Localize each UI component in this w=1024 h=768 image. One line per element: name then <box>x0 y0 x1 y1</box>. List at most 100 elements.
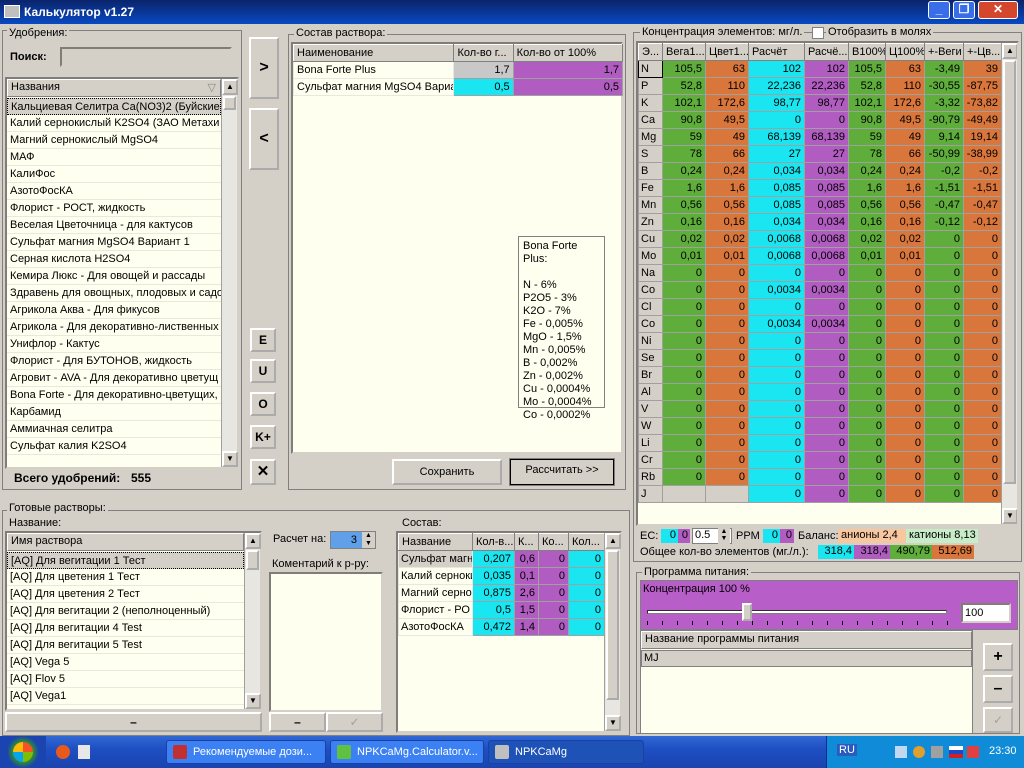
composition-col-header[interactable]: Название <box>398 533 473 551</box>
comment-delete-button[interactable]: – <box>269 712 326 732</box>
scroll-down-icon[interactable]: ▼ <box>605 715 621 731</box>
security-icon[interactable] <box>967 746 979 758</box>
concentration-row[interactable]: Rb 0 0 0 0 0 0 0 0 <box>638 468 1002 486</box>
fertilizer-list-item[interactable]: Bona Forte - Для декоративно-цветущих, ж <box>7 387 221 404</box>
concentration-row[interactable]: Co 0 0 0,0034 0,0034 0 0 0 0 <box>638 315 1002 333</box>
concentration-slider-thumb[interactable] <box>742 603 752 621</box>
taskbar-item-calculator-folder[interactable]: NPKCaMg.Calculator.v... <box>330 740 484 764</box>
concentration-row[interactable]: N 105,5 63 102 102 105,5 63 -3,49 39 <box>638 60 1002 78</box>
concentration-value-input[interactable]: 100 <box>961 603 1011 623</box>
solution-col-name[interactable]: Наименование <box>292 44 455 62</box>
ready-solution-item[interactable]: [AQ] Vega 5 <box>7 654 244 671</box>
concentration-col-header[interactable]: Расчёт <box>748 43 805 61</box>
ready-solution-item[interactable]: [AQ] Flov 5 <box>7 671 244 688</box>
volume-icon[interactable] <box>913 746 925 758</box>
scroll-thumb[interactable] <box>1003 60 1016 484</box>
delete-solution-button[interactable]: – <box>5 712 262 732</box>
ready-solution-item[interactable]: [AQ] Для вегитации 2 (неполноценный) <box>7 603 244 620</box>
fertilizer-list-item[interactable]: Здравень для овощных, плодовых и садо <box>7 285 221 302</box>
concentration-row[interactable]: Cl 0 0 0 0 0 0 0 0 <box>638 298 1002 316</box>
save-button[interactable]: Сохранить <box>392 459 502 485</box>
comment-apply-button[interactable]: ✓ <box>326 712 383 732</box>
concentration-col-header[interactable]: Вега1... <box>662 43 706 61</box>
fertilizer-list-item[interactable]: Унифлор - Кактус <box>7 336 221 353</box>
u-button[interactable]: U <box>250 359 276 383</box>
fertilizer-list-item[interactable]: МАФ <box>7 149 221 166</box>
ready-solution-item[interactable]: [AQ] Для цветения 2 Тест <box>7 586 244 603</box>
calc-for-spin-icon[interactable]: ▲ ▼ <box>362 532 375 548</box>
start-button[interactable] <box>0 736 46 768</box>
scroll-thumb[interactable] <box>246 550 259 570</box>
scroll-thumb[interactable] <box>223 96 236 110</box>
fertilizer-list-item[interactable]: Кальциевая Селитра Ca(NO3)2 (Буйские у <box>7 98 221 115</box>
concentration-row[interactable]: Fe 1,6 1,6 0,085 0,085 1,6 1,6 -1,51 -1,51 <box>638 179 1002 197</box>
fertilizer-list-item[interactable]: Веселая Цветочница - для кактусов <box>7 217 221 234</box>
delete-icon[interactable]: ✕ <box>250 459 276 485</box>
ec-spin-arrows-icon[interactable]: ▲ ▼ <box>718 528 730 544</box>
fertilizer-list-item[interactable]: Агрикола Аква - Для фикусов <box>7 302 221 319</box>
browser-icon[interactable] <box>56 745 70 759</box>
concentration-col-header[interactable]: Цвет1... <box>705 43 749 61</box>
solution-col-qty[interactable]: Кол-во г... <box>453 44 514 62</box>
flag-icon[interactable] <box>949 746 963 758</box>
composition-row[interactable]: Сульфат магн 0,207 0,6 0 0 <box>398 550 605 568</box>
concentration-row[interactable]: V00000000 <box>638 400 1002 418</box>
search-input[interactable] <box>60 47 232 67</box>
comment-textarea[interactable] <box>269 572 383 712</box>
concentration-row[interactable]: Li 0 0 0 0 0 0 0 0 <box>638 434 1002 452</box>
concentration-row[interactable]: Se 0 0 0 0 0 0 0 0 <box>638 349 1002 367</box>
concentration-col-header[interactable]: +-Веги <box>924 43 964 61</box>
fertilizer-list-item[interactable]: АзотоФосКА <box>7 183 221 200</box>
remove-fertilizer-button[interactable]: < <box>249 108 279 170</box>
add-program-button[interactable]: + <box>983 643 1013 671</box>
fertilizer-list-item[interactable]: Серная кислота H2SO4 <box>7 251 221 268</box>
concentration-col-header[interactable]: Ц100% <box>885 43 925 61</box>
solution-row-qty[interactable]: 1,7 <box>453 61 514 79</box>
concentration-row[interactable]: S 78 66 27 27 78 66 -50,99 -38,99 <box>638 145 1002 163</box>
fertilizer-list-item[interactable]: Флорист - Для БУТОНОВ, жидкость <box>7 353 221 370</box>
fertilizer-list-item[interactable]: КалиФос <box>7 166 221 183</box>
taskbar-item-npkcamg[interactable]: NPKCaMg <box>488 740 644 764</box>
calculate-button[interactable]: Рассчитать >> <box>509 458 615 486</box>
ready-solution-item[interactable]: [AQ] Для вегитации 4 Test <box>7 620 244 637</box>
scroll-up-icon[interactable]: ▲ <box>222 79 238 95</box>
ready-solution-item[interactable]: [AQ] Vega1 <box>7 688 244 705</box>
concentration-col-header[interactable]: В100% <box>848 43 886 61</box>
fertilizer-list-item[interactable]: Аммиачная селитра <box>7 421 221 438</box>
remove-program-button[interactable]: – <box>983 675 1013 703</box>
ready-solution-item[interactable]: [AQ] Для цветения 1 Тест <box>7 569 244 586</box>
fertilizer-list-item[interactable]: Карбамид <box>7 404 221 421</box>
concentration-col-header[interactable]: Расчё... <box>804 43 849 61</box>
concentration-row[interactable]: Zn 0,16 0,16 0,034 0,034 0,16 0,16 -0,12 -0,12 <box>638 213 1002 231</box>
composition-row[interactable]: Магний серно 0,875 2,6 0 0 <box>398 584 605 602</box>
scroll-thumb[interactable] <box>606 550 619 700</box>
ready-solution-item[interactable]: [AQ] Для вегитации 5 Test <box>7 637 244 654</box>
fertilizer-list-item[interactable]: Калий сернокислый K2SO4 (ЗАО Метахи <box>7 115 221 132</box>
concentration-row[interactable]: Na 0 0 0 0 0 0 0 0 <box>638 264 1002 282</box>
scroll-up-icon[interactable]: ▲ <box>605 533 621 549</box>
ready-column-header[interactable]: Имя раствора <box>7 533 244 551</box>
program-list-item[interactable]: MJ <box>641 650 972 667</box>
language-indicator[interactable]: RU <box>837 744 857 756</box>
composition-row[interactable]: Флорист - РО 0,5 1,5 0 0 <box>398 601 605 619</box>
concentration-row[interactable]: Mg 59 49 68,139 68,139 59 49 9,14 19,14 <box>638 128 1002 146</box>
concentration-row[interactable]: Cr 0 0 0 0 0 0 0 0 <box>638 451 1002 469</box>
fertilizer-list-item[interactable]: Сульфат калия K2SO4 <box>7 438 221 455</box>
fertilizer-list-item[interactable]: Агровит - AVA - Для декоративно цветущ <box>7 370 221 387</box>
concentration-row[interactable]: Mn 0,56 0,56 0,085 0,085 0,56 0,56 -0,47 -0,47 <box>638 196 1002 214</box>
concentration-row[interactable]: Co 0 0 0,0034 0,0034 0 0 0 0 <box>638 281 1002 299</box>
minimize-button[interactable]: _ <box>928 1 950 19</box>
solution-row[interactable]: Bona Forte Plus 1,7 1,7 <box>292 61 624 79</box>
calculator-quicklaunch-icon[interactable] <box>78 745 90 759</box>
scroll-up-icon[interactable]: ▲ <box>245 533 261 549</box>
network-icon[interactable] <box>895 746 907 758</box>
concentration-row[interactable]: K 102,1 172,6 98,77 98,77 102,1 172,6 -3,32 -73,… <box>638 94 1002 112</box>
moles-checkbox[interactable] <box>812 27 824 39</box>
apply-program-button[interactable]: ✓ <box>983 707 1013 733</box>
k-plus-button[interactable]: K+ <box>250 425 276 449</box>
tray-app-icon[interactable] <box>931 746 943 758</box>
concentration-row[interactable]: Cu 0,02 0,02 0,0068 0,0068 0,02 0,02 0 0 <box>638 230 1002 248</box>
concentration-scrollbar[interactable]: ▲ ▼ <box>1001 43 1017 524</box>
composition-col-header[interactable]: Ко... <box>538 533 569 551</box>
fertilizers-column-header[interactable]: Названия ▽ <box>7 79 221 97</box>
